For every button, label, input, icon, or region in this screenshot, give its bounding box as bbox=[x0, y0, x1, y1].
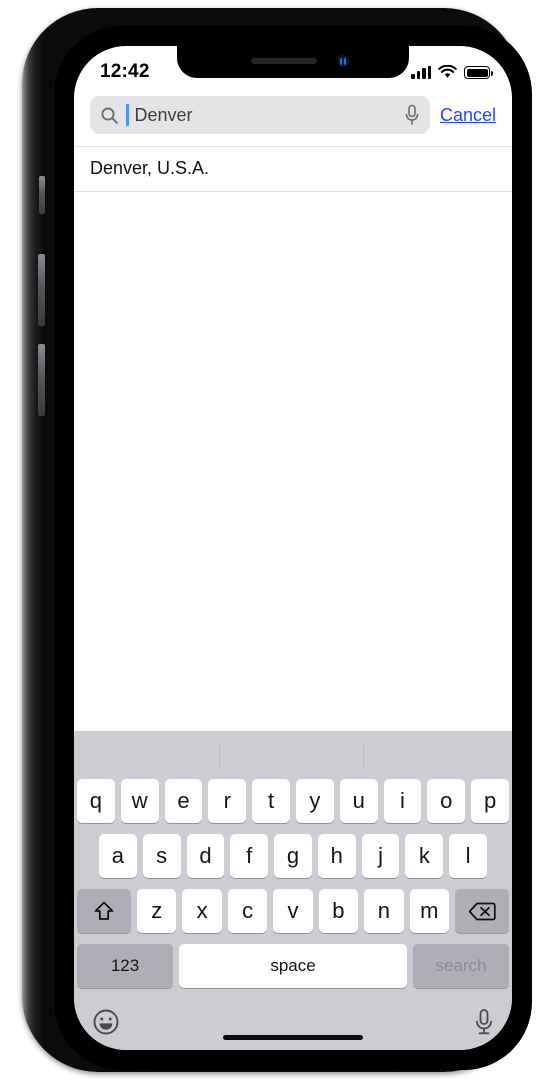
key-b[interactable]: b bbox=[318, 889, 359, 933]
key-v[interactable]: v bbox=[273, 889, 313, 933]
silent-switch-button[interactable] bbox=[39, 176, 45, 214]
predictive-divider bbox=[363, 742, 365, 768]
key-u[interactable]: u bbox=[339, 779, 378, 823]
key-k[interactable]: k bbox=[405, 834, 444, 878]
keyboard-bottom-bar bbox=[74, 996, 512, 1048]
volume-down-button[interactable] bbox=[38, 344, 45, 416]
home-indicator[interactable] bbox=[223, 1035, 363, 1040]
search-result-row[interactable]: Denver, U.S.A. bbox=[74, 147, 512, 192]
shift-key[interactable] bbox=[77, 889, 132, 933]
search-input-value[interactable]: Denver bbox=[135, 105, 399, 126]
search-icon bbox=[100, 106, 119, 125]
key-w[interactable]: w bbox=[120, 779, 159, 823]
key-o[interactable]: o bbox=[427, 779, 466, 823]
key-i[interactable]: i bbox=[383, 779, 422, 823]
key-x[interactable]: x bbox=[182, 889, 222, 933]
emoji-smiley-icon[interactable] bbox=[92, 1008, 120, 1036]
search-results-list: Denver, U.S.A. bbox=[74, 146, 512, 192]
space-key[interactable]: space bbox=[179, 944, 407, 988]
key-s[interactable]: s bbox=[142, 834, 181, 878]
key-z[interactable]: z bbox=[137, 889, 177, 933]
backspace-key[interactable] bbox=[454, 889, 509, 933]
key-l[interactable]: l bbox=[449, 834, 488, 878]
keyboard-row-2: a s d f g h j k l bbox=[74, 834, 512, 878]
keyboard-row-3: z x c v b n m bbox=[74, 889, 512, 933]
key-y[interactable]: y bbox=[296, 779, 334, 823]
key-a[interactable]: a bbox=[98, 834, 137, 878]
battery-full-icon bbox=[464, 66, 493, 79]
key-e[interactable]: e bbox=[164, 779, 203, 823]
key-h[interactable]: h bbox=[317, 834, 356, 878]
keyboard-row-1: q w e r t y u i o p bbox=[74, 779, 512, 823]
status-bar: 12:42 bbox=[74, 46, 512, 86]
key-t[interactable]: t bbox=[252, 779, 290, 823]
phone-screen: 12:42 Denver Cancel Denver, U.S.A. q w e… bbox=[74, 46, 512, 1050]
key-d[interactable]: d bbox=[186, 834, 225, 878]
volume-up-button[interactable] bbox=[38, 254, 45, 326]
wifi-icon bbox=[438, 65, 457, 79]
keyboard-row-4: 123 space search bbox=[74, 944, 512, 988]
key-m[interactable]: m bbox=[409, 889, 449, 933]
search-input[interactable]: Denver bbox=[90, 96, 430, 134]
text-cursor bbox=[126, 104, 129, 126]
dictation-microphone-icon[interactable] bbox=[474, 1008, 494, 1036]
key-r[interactable]: r bbox=[208, 779, 247, 823]
search-bar: Denver Cancel bbox=[74, 86, 512, 146]
key-g[interactable]: g bbox=[274, 834, 312, 878]
cellular-bars-icon bbox=[411, 66, 431, 79]
key-q[interactable]: q bbox=[77, 779, 115, 823]
on-screen-keyboard: q w e r t y u i o p a s d f g h j k l z … bbox=[74, 731, 512, 1050]
predictive-divider bbox=[218, 742, 220, 768]
numbers-key[interactable]: 123 bbox=[77, 944, 173, 988]
key-p[interactable]: p bbox=[471, 779, 509, 823]
phone-device-frame: 12:42 Denver Cancel Denver, U.S.A. q w e… bbox=[22, 8, 532, 1072]
backspace-delete-icon bbox=[468, 901, 496, 922]
shift-arrow-icon bbox=[92, 899, 116, 923]
key-c[interactable]: c bbox=[227, 889, 268, 933]
key-n[interactable]: n bbox=[364, 889, 404, 933]
status-bar-time: 12:42 bbox=[100, 61, 150, 82]
key-f[interactable]: f bbox=[230, 834, 269, 878]
cancel-button[interactable]: Cancel bbox=[440, 105, 496, 126]
key-j[interactable]: j bbox=[361, 834, 400, 878]
search-return-key[interactable]: search bbox=[413, 944, 509, 988]
predictive-text-bar bbox=[74, 731, 512, 779]
status-bar-indicators bbox=[411, 57, 493, 79]
microphone-icon[interactable] bbox=[404, 104, 420, 126]
